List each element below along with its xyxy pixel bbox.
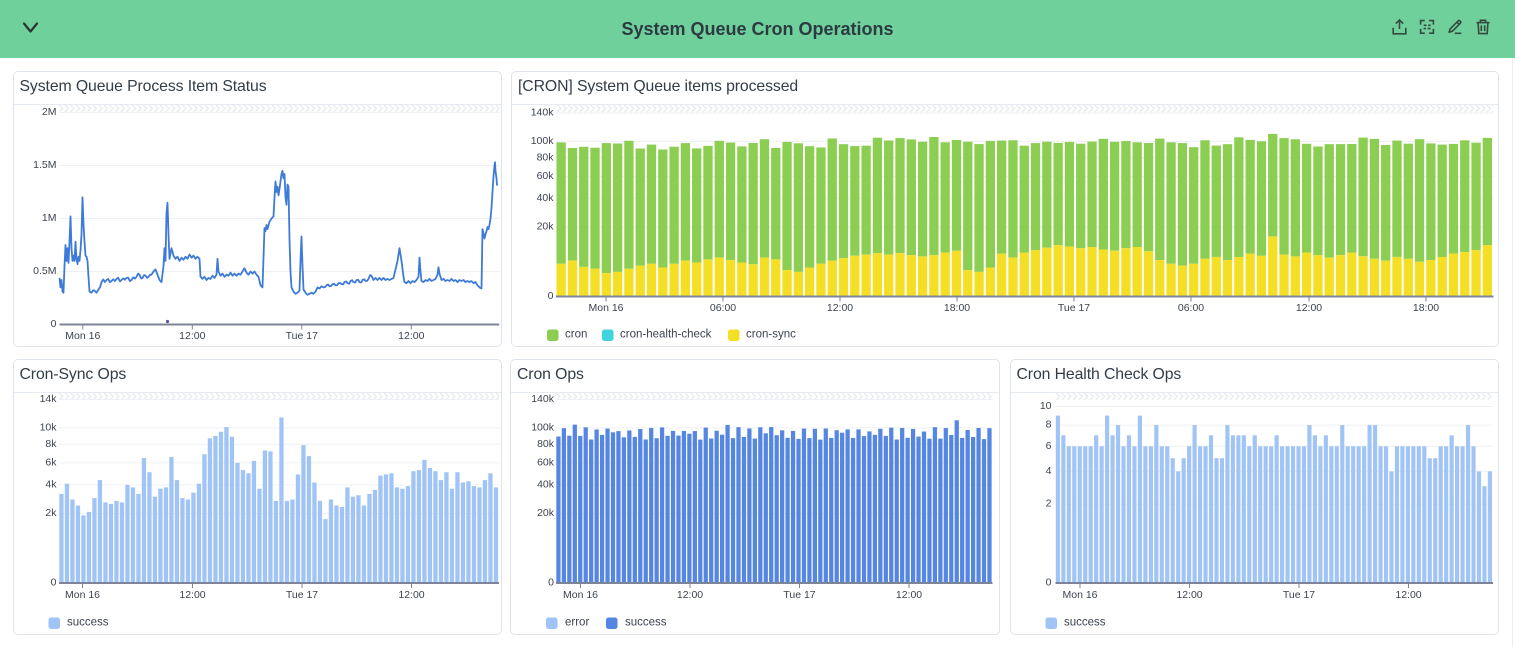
svg-text:8k: 8k <box>45 437 57 449</box>
svg-text:0: 0 <box>548 290 554 302</box>
svg-text:cron-sync: cron-sync <box>746 328 796 340</box>
svg-text:40k: 40k <box>537 478 555 490</box>
svg-text:0: 0 <box>548 576 554 588</box>
svg-text:12:00: 12:00 <box>398 589 424 601</box>
svg-text:Tue 17: Tue 17 <box>285 330 317 342</box>
svg-text:error: error <box>565 616 589 628</box>
svg-text:10k: 10k <box>39 421 57 433</box>
svg-text:Tue 17: Tue 17 <box>783 589 815 601</box>
svg-text:cron-health-check: cron-health-check <box>620 328 712 340</box>
svg-text:14k: 14k <box>39 393 57 405</box>
svg-text:20k: 20k <box>537 220 555 232</box>
svg-text:18:00: 18:00 <box>944 302 970 314</box>
svg-text:Mon 16: Mon 16 <box>588 302 623 314</box>
svg-text:Mon 16: Mon 16 <box>1062 589 1097 601</box>
svg-text:0: 0 <box>1045 576 1051 588</box>
svg-text:0: 0 <box>50 576 56 588</box>
svg-text:60k: 60k <box>537 456 555 468</box>
svg-text:80k: 80k <box>537 437 555 449</box>
svg-text:40k: 40k <box>537 191 555 203</box>
svg-text:2: 2 <box>1045 497 1051 509</box>
svg-text:Mon 16: Mon 16 <box>64 589 99 601</box>
svg-text:1.5M: 1.5M <box>33 159 56 171</box>
svg-text:60k: 60k <box>537 169 555 181</box>
svg-text:Tue 17: Tue 17 <box>1058 302 1090 314</box>
svg-text:2M: 2M <box>41 106 56 118</box>
svg-text:0.5M: 0.5M <box>33 265 56 277</box>
svg-text:success: success <box>625 616 667 628</box>
svg-text:4k: 4k <box>45 478 57 490</box>
svg-text:80k: 80k <box>537 151 555 163</box>
svg-text:12:00: 12:00 <box>677 589 703 601</box>
svg-text:8: 8 <box>1045 418 1051 430</box>
svg-text:Mon 16: Mon 16 <box>65 330 100 342</box>
svg-text:12:00: 12:00 <box>896 589 922 601</box>
svg-text:12:00: 12:00 <box>398 330 424 342</box>
svg-text:success: success <box>67 616 109 628</box>
svg-text:20k: 20k <box>537 507 555 519</box>
svg-text:cron: cron <box>565 328 587 340</box>
svg-text:100k: 100k <box>531 421 555 433</box>
svg-text:12:00: 12:00 <box>179 330 205 342</box>
svg-text:6: 6 <box>1045 439 1051 451</box>
svg-text:success: success <box>1064 616 1106 628</box>
svg-text:100k: 100k <box>531 134 555 146</box>
svg-text:12:00: 12:00 <box>827 302 853 314</box>
svg-text:2k: 2k <box>45 507 57 519</box>
svg-text:06:00: 06:00 <box>710 302 736 314</box>
svg-text:6k: 6k <box>45 456 57 468</box>
svg-text:18:00: 18:00 <box>1413 302 1439 314</box>
svg-text:12:00: 12:00 <box>1176 589 1202 601</box>
svg-text:Tue 17: Tue 17 <box>285 589 317 601</box>
svg-text:06:00: 06:00 <box>1178 302 1204 314</box>
svg-text:12:00: 12:00 <box>1395 589 1421 601</box>
svg-text:1M: 1M <box>41 212 56 224</box>
svg-text:0: 0 <box>50 318 56 330</box>
svg-text:Mon 16: Mon 16 <box>563 589 598 601</box>
svg-text:10: 10 <box>1039 400 1051 412</box>
svg-text:140k: 140k <box>531 393 555 405</box>
svg-text:12:00: 12:00 <box>179 589 205 601</box>
svg-text:140k: 140k <box>531 106 555 118</box>
svg-text:12:00: 12:00 <box>1296 302 1322 314</box>
svg-text:Tue 17: Tue 17 <box>1282 589 1314 601</box>
svg-text:4: 4 <box>1045 464 1051 476</box>
